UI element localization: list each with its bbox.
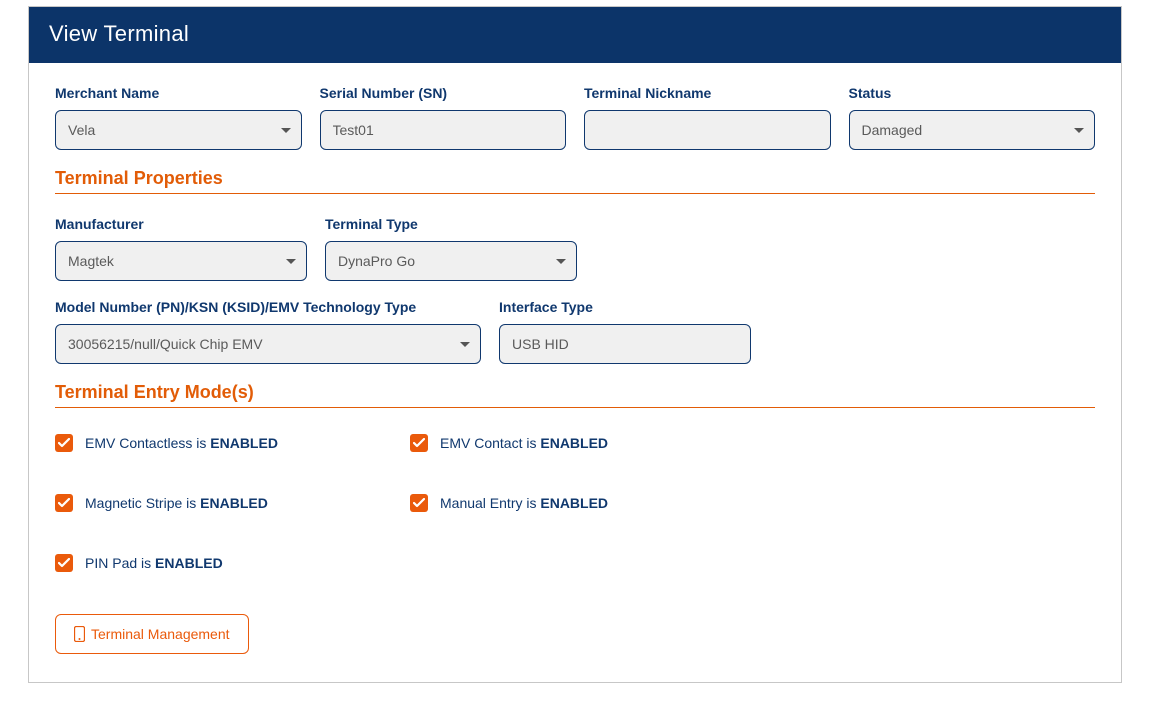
mode-magstripe: Magnetic Stripe is ENABLED [55,494,410,512]
terminal-management-button[interactable]: Terminal Management [55,614,249,654]
terminal-type-select[interactable]: DynaPro Go [325,241,577,281]
mode-manual-entry: Manual Entry is ENABLED [410,494,765,512]
section-entry-modes: Terminal Entry Mode(s) [55,382,1095,408]
page-title: View Terminal [29,7,1121,63]
status-select[interactable]: Damaged [849,110,1096,150]
terminal-management-label: Terminal Management [91,626,230,642]
phone-icon [74,626,85,642]
mode-pin-pad: PIN Pad is ENABLED [55,554,410,572]
mode-label: PIN Pad is ENABLED [85,555,223,571]
serial-number-label: Serial Number (SN) [320,85,567,101]
checkbox-emv-contact[interactable] [410,434,428,452]
terminal-nickname-input[interactable] [584,110,831,150]
checkbox-emv-contactless[interactable] [55,434,73,452]
check-icon [58,498,70,508]
merchant-name-label: Merchant Name [55,85,302,101]
mode-label: EMV Contactless is ENABLED [85,435,278,451]
mode-label: EMV Contact is ENABLED [440,435,608,451]
merchant-name-select[interactable]: Vela [55,110,302,150]
interface-type-input[interactable] [499,324,751,364]
check-icon [413,438,425,448]
model-number-label: Model Number (PN)/KSN (KSID)/EMV Technol… [55,299,481,315]
serial-number-input[interactable] [320,110,567,150]
checkbox-manual-entry[interactable] [410,494,428,512]
mode-label: Manual Entry is ENABLED [440,495,608,511]
terminal-type-label: Terminal Type [325,216,577,232]
mode-label: Magnetic Stripe is ENABLED [85,495,268,511]
checkbox-pin-pad[interactable] [55,554,73,572]
view-terminal-panel: View Terminal Merchant Name Vela Serial … [28,6,1122,683]
mode-emv-contactless: EMV Contactless is ENABLED [55,434,410,452]
top-fields-row: Merchant Name Vela Serial Number (SN) Te… [55,85,1095,150]
model-number-select[interactable]: 30056215/null/Quick Chip EMV [55,324,481,364]
manufacturer-label: Manufacturer [55,216,307,232]
checkbox-magstripe[interactable] [55,494,73,512]
entry-modes-grid: EMV Contactless is ENABLED EMV Contact i… [55,434,1095,614]
interface-type-label: Interface Type [499,299,751,315]
panel-body: Merchant Name Vela Serial Number (SN) Te… [29,63,1121,682]
check-icon [58,558,70,568]
manufacturer-select[interactable]: Magtek [55,241,307,281]
check-icon [58,438,70,448]
terminal-nickname-label: Terminal Nickname [584,85,831,101]
check-icon [413,498,425,508]
mode-emv-contact: EMV Contact is ENABLED [410,434,765,452]
section-terminal-properties: Terminal Properties [55,168,1095,194]
status-label: Status [849,85,1096,101]
